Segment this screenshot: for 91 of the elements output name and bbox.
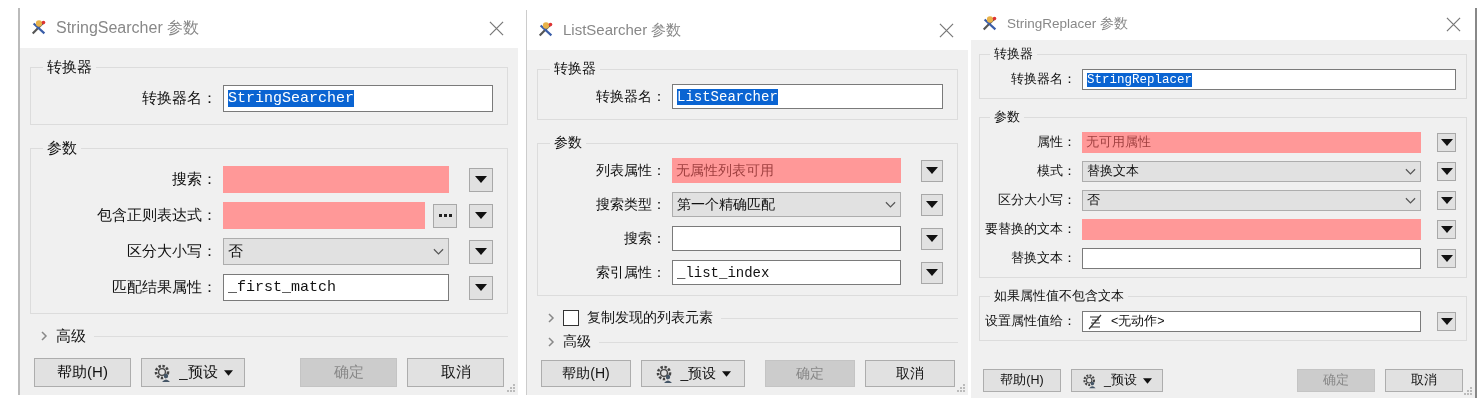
field-label: 搜索：	[623, 229, 666, 248]
caret-icon	[223, 369, 233, 376]
group-title: 参数	[994, 110, 1020, 124]
field-label: 区分大小写：	[997, 192, 1076, 209]
dropdown-button[interactable]	[1437, 191, 1456, 210]
name-field[interactable]: StringSearcher	[223, 85, 493, 112]
dropdown-button[interactable]	[469, 239, 493, 264]
chevron-right-icon[interactable]	[547, 336, 555, 348]
dropdown-field[interactable]: 第一个精确匹配	[672, 192, 901, 217]
dialog-button[interactable]: 帮助(H)	[983, 369, 1061, 392]
window-title: ListSearcher 参数	[563, 20, 683, 40]
field-label: 包含正则表达式：	[96, 206, 217, 225]
chevron-down-icon	[1405, 196, 1416, 205]
field-label: 模式：	[1036, 163, 1076, 180]
dropdown-field[interactable]: 否	[1082, 190, 1421, 211]
field-label: 要替换的文本：	[984, 221, 1076, 238]
group-title: 参数	[47, 139, 77, 156]
field-label: 区分大小写：	[126, 242, 217, 261]
dropdown-button[interactable]	[1437, 312, 1456, 331]
dropdown-button[interactable]	[1437, 133, 1456, 152]
input-field[interactable]: _list_index	[672, 260, 901, 285]
window-title: StringSearcher 参数	[56, 17, 201, 38]
close-icon[interactable]	[489, 20, 504, 36]
dropdown-button[interactable]	[1437, 249, 1456, 268]
section-title[interactable]: 高级	[563, 333, 591, 351]
field-label: 搜索类型：	[595, 195, 666, 214]
input-field[interactable]	[223, 166, 449, 193]
section-title[interactable]: 复制发现的列表元素	[587, 309, 713, 327]
browse-button[interactable]	[433, 203, 457, 228]
close-icon[interactable]	[939, 22, 954, 38]
caret-icon	[1142, 377, 1152, 384]
dialog-button[interactable]: 帮助(H)	[34, 358, 131, 387]
gear-icon	[1082, 372, 1098, 389]
dropdown-button[interactable]	[1437, 162, 1456, 181]
no-action-icon	[1087, 313, 1103, 330]
dialog-button[interactable]: 取消	[865, 360, 955, 387]
section-title[interactable]: 高级	[56, 326, 86, 346]
dropdown-button[interactable]	[921, 261, 943, 284]
dropdown-field[interactable]: 否	[223, 238, 449, 265]
dropdown-field[interactable]: 替换文本	[1082, 161, 1421, 182]
field-label: 转换器名：	[141, 89, 217, 108]
input-field[interactable]	[1082, 219, 1421, 240]
resize-grip-icon	[1463, 386, 1473, 396]
close-icon[interactable]	[1446, 16, 1461, 32]
dialog-button[interactable]: 帮助(H)	[541, 360, 631, 387]
dropdown-button[interactable]	[921, 193, 943, 216]
input-field[interactable]: <无动作>	[1082, 311, 1421, 332]
chevron-right-icon[interactable]	[547, 312, 555, 324]
input-field[interactable]	[672, 226, 901, 251]
dialog-button[interactable]: 取消	[1385, 369, 1463, 392]
field-label: 搜索：	[171, 170, 217, 189]
dropdown-button[interactable]	[469, 167, 493, 192]
menu-button[interactable]: _预设	[641, 360, 745, 387]
input-field[interactable]: _first_match	[223, 274, 449, 301]
chevron-down-icon	[885, 200, 896, 209]
resize-grip-icon	[956, 383, 966, 393]
dropdown-button[interactable]	[469, 275, 493, 300]
group-title: 参数	[554, 134, 582, 150]
chevron-down-icon	[1405, 167, 1416, 176]
chevron-down-icon	[433, 247, 444, 256]
field-label: 列表属性：	[595, 161, 666, 180]
caret-icon	[722, 370, 732, 377]
menu-button[interactable]: _预设	[141, 358, 245, 387]
dropdown-button[interactable]	[921, 227, 943, 250]
group-title: 转换器	[994, 47, 1033, 61]
name-field[interactable]: ListSearcher	[672, 84, 943, 109]
tools-icon	[537, 21, 555, 39]
field-label: 属性：	[1036, 134, 1076, 151]
menu-button[interactable]: _预设	[1071, 369, 1163, 392]
window-title: StringReplacer 参数	[1007, 15, 1130, 33]
field-label: 替换文本：	[1010, 250, 1076, 267]
field-label: 转换器名：	[1010, 71, 1076, 88]
field-label: 转换器名：	[595, 87, 666, 106]
input-field[interactable]	[1082, 248, 1421, 269]
input-field[interactable]	[223, 202, 425, 229]
name-field[interactable]: StringReplacer	[1082, 69, 1456, 90]
chevron-right-icon[interactable]	[40, 330, 48, 342]
group-title: 转换器	[47, 58, 92, 75]
tools-icon	[30, 19, 48, 37]
dropdown-button[interactable]	[469, 203, 493, 228]
dropdown-button[interactable]	[921, 159, 943, 182]
group-title: 转换器	[554, 60, 596, 76]
tools-icon	[981, 15, 999, 33]
dropdown-button[interactable]	[1437, 220, 1456, 239]
field-label: 设置属性值给：	[984, 313, 1076, 330]
group-title: 如果属性值不包含文本	[994, 289, 1124, 303]
dialog-button[interactable]: 取消	[407, 358, 504, 387]
field-label: 索引属性：	[595, 263, 666, 282]
resize-grip-icon	[506, 383, 516, 393]
field-label: 匹配结果属性：	[111, 278, 217, 297]
checkbox[interactable]	[563, 310, 579, 326]
